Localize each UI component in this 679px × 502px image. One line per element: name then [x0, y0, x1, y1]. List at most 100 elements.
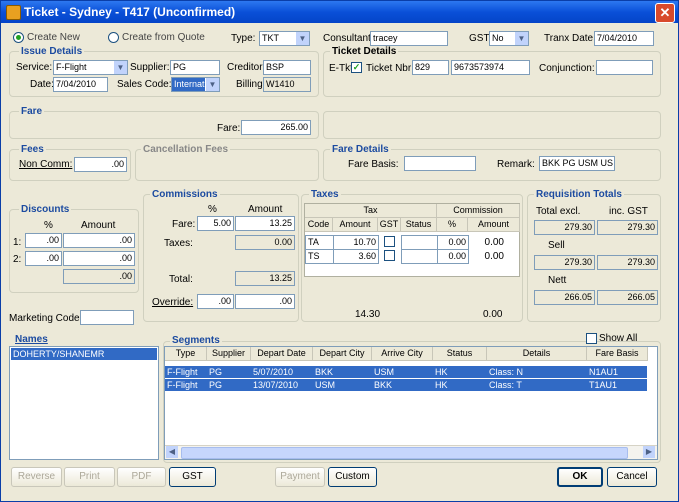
- seg-col-fare-basis[interactable]: Fare Basis: [587, 347, 648, 361]
- fare-label: Fare:: [217, 123, 241, 134]
- names-list[interactable]: DOHERTY/SHANEMR: [9, 346, 159, 460]
- create-from-quote-radio[interactable]: [108, 32, 119, 43]
- custom-button[interactable]: Custom: [328, 467, 377, 487]
- seg-col-status[interactable]: Status: [433, 347, 487, 361]
- consultant-field[interactable]: tracey: [370, 31, 448, 46]
- service-select[interactable]: F-Flight ▼: [53, 60, 128, 75]
- commission-group-header: Commission: [437, 204, 520, 218]
- seg-col-depart-date[interactable]: Depart Date: [251, 347, 313, 361]
- segments-grid[interactable]: Type Supplier Depart Date Depart City Ar…: [164, 346, 658, 460]
- close-icon[interactable]: ✕: [655, 3, 675, 23]
- remark-label: Remark:: [497, 159, 535, 170]
- commission-taxes-amount: 0.00: [235, 235, 295, 250]
- tax-row1-status[interactable]: [401, 235, 438, 250]
- consultant-label: Consultant:: [323, 33, 374, 44]
- ok-button[interactable]: OK: [557, 467, 603, 487]
- table-row[interactable]: F-Flight PG 5/07/2010 BKK USM HK Class: …: [165, 366, 647, 378]
- fare-field[interactable]: 265.00: [241, 120, 311, 135]
- ticket-app-icon: [6, 5, 21, 20]
- table-row[interactable]: F-Flight PG 13/07/2010 USM BKK HK Class:…: [165, 379, 647, 391]
- tax-row2-amount[interactable]: 3.60: [333, 249, 379, 264]
- seg-col-details[interactable]: Details: [487, 347, 587, 361]
- tax-col-gst: GST: [378, 218, 401, 232]
- conjunction-field[interactable]: [596, 60, 653, 75]
- tax-row1-pct[interactable]: 0.00: [437, 235, 469, 250]
- chevron-down-icon: ▼: [514, 32, 528, 45]
- discount-row1-amount[interactable]: .00: [63, 233, 135, 248]
- tranx-date-field[interactable]: 7/04/2010: [594, 31, 654, 46]
- segments-header: Segments: [170, 335, 222, 346]
- override-pct[interactable]: .00: [197, 294, 234, 309]
- fare-right-group: [323, 111, 661, 139]
- commission-total-label: Total:: [169, 274, 193, 285]
- window-title: Ticket - Sydney - T417 (Unconfirmed): [24, 5, 236, 19]
- create-new-radio[interactable]: [13, 32, 24, 43]
- tax-col-amount: Amount: [333, 218, 378, 232]
- tax-row1-amount[interactable]: 10.70: [333, 235, 379, 250]
- horizontal-scrollbar[interactable]: ◀ ▶: [165, 445, 657, 459]
- non-comm-field[interactable]: .00: [74, 157, 127, 172]
- fare-basis-label: Fare Basis:: [348, 159, 399, 170]
- tax-row2-gst-checkbox[interactable]: [384, 250, 395, 261]
- tax-row2-pct[interactable]: 0.00: [437, 249, 469, 264]
- discount-row1-pct[interactable]: .00: [25, 233, 62, 248]
- sales-code-select[interactable]: Internat ▼: [171, 77, 220, 92]
- payment-button[interactable]: Payment: [275, 467, 325, 487]
- chevron-left-icon[interactable]: ◀: [166, 446, 178, 458]
- supplier-field[interactable]: PG: [170, 60, 220, 75]
- list-item[interactable]: DOHERTY/SHANEMR: [11, 348, 157, 360]
- seg-col-type[interactable]: Type: [165, 347, 207, 361]
- tax-row2-code[interactable]: TS: [305, 249, 334, 264]
- gst-select[interactable]: No ▼: [489, 31, 529, 46]
- sell-excl-value: 279.30: [534, 255, 595, 270]
- total-incl-value: 279.30: [597, 220, 658, 235]
- print-button[interactable]: Print: [64, 467, 115, 487]
- gst-button[interactable]: GST: [169, 467, 216, 487]
- chevron-right-icon[interactable]: ▶: [643, 446, 655, 458]
- reverse-button[interactable]: Reverse: [11, 467, 62, 487]
- commission-fare-amount[interactable]: 13.25: [235, 216, 295, 231]
- fare-basis-field[interactable]: [404, 156, 476, 171]
- discount-row2-pct[interactable]: .00: [25, 251, 62, 266]
- creditor-field[interactable]: BSP: [263, 60, 311, 75]
- cancel-button[interactable]: Cancel: [607, 467, 657, 487]
- type-select[interactable]: TKT ▼: [259, 31, 310, 46]
- show-all-checkbox[interactable]: [586, 333, 597, 344]
- tax-row1-code[interactable]: TA: [305, 235, 334, 250]
- taxes-header: Taxes: [309, 189, 341, 200]
- sell-incl-value: 279.30: [597, 255, 658, 270]
- discounts-header: Discounts: [19, 204, 72, 215]
- tax-col-pct: %: [437, 218, 468, 232]
- tax-col-comm-amount: Amount: [468, 218, 520, 232]
- fees-header: Fees: [19, 144, 46, 155]
- create-new-label: Create New: [27, 32, 80, 43]
- tax-row1-gst-checkbox[interactable]: [384, 236, 395, 247]
- tax-row2-status[interactable]: [401, 249, 438, 264]
- commission-fare-pct[interactable]: 5.00: [197, 216, 234, 231]
- chevron-down-icon: ▼: [295, 32, 309, 45]
- tax-row1-comm: 0.00: [484, 237, 504, 248]
- creditor-label: Creditor:: [227, 62, 266, 73]
- date-field[interactable]: 7/04/2010: [53, 77, 108, 92]
- scrollbar-thumb[interactable]: [181, 447, 628, 459]
- ticket-nbr-prefix-field[interactable]: 829: [412, 60, 449, 75]
- ticket-nbr-field[interactable]: 9673573974: [451, 60, 530, 75]
- commission-fare-label: Fare:: [172, 219, 196, 230]
- chevron-down-icon: ▼: [205, 78, 219, 91]
- override-amount[interactable]: .00: [235, 294, 295, 309]
- remark-field[interactable]: BKK PG USM US: [539, 156, 615, 171]
- supplier-label: Supplier:: [130, 62, 170, 73]
- commissions-amount-header: Amount: [248, 204, 283, 215]
- seg-col-supplier[interactable]: Supplier: [207, 347, 251, 361]
- seg-col-depart-city[interactable]: Depart City: [313, 347, 372, 361]
- seg-col-arrive-city[interactable]: Arrive City: [372, 347, 433, 361]
- create-from-quote-label: Create from Quote: [122, 32, 205, 43]
- marketing-code-field[interactable]: [80, 310, 134, 325]
- discount-row2-label: 2:: [13, 254, 22, 265]
- nett-excl-value: 266.05: [534, 290, 595, 305]
- total-excl-value: 279.30: [534, 220, 595, 235]
- etkt-checkbox[interactable]: ✓: [351, 62, 362, 73]
- discount-row2-amount[interactable]: .00: [63, 251, 135, 266]
- pdf-button[interactable]: PDF: [117, 467, 166, 487]
- ticket-nbr-label: Ticket Nbr:: [366, 63, 414, 74]
